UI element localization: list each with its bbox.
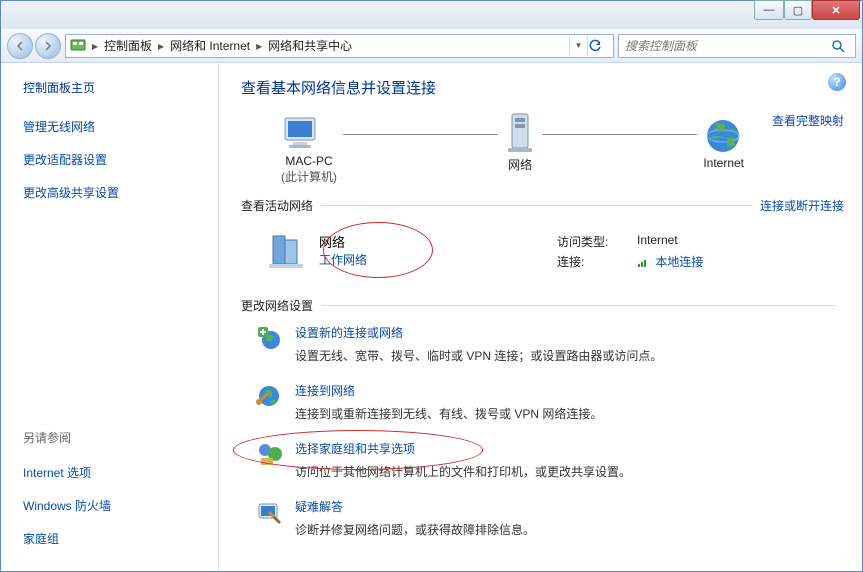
map-node-network: 网络 <box>504 112 536 187</box>
active-network-type-link[interactable]: 工作网络 <box>319 251 367 268</box>
connection-signal-icon <box>637 258 649 268</box>
arrow-left-icon <box>15 41 25 51</box>
map-connector <box>343 134 498 135</box>
map-network-label: 网络 <box>504 156 536 173</box>
network-map: MAC-PC (此计算机) 网络 <box>241 112 844 187</box>
setting-homegroup-desc: 访问位于其他网络计算机上的文件和打印机，或更改共享设置。 <box>295 463 631 480</box>
address-bar[interactable]: ▸ 控制面板 ▸ 网络和 Internet ▸ 网络和共享中心 ▾ <box>65 34 614 58</box>
breadcrumb-item-2[interactable]: 网络和共享中心 <box>264 37 356 54</box>
setting-homegroup-title[interactable]: 选择家庭组和共享选项 <box>295 440 631 457</box>
page-title: 查看基本网络信息并设置连接 <box>241 77 844 98</box>
titlebar: — ▢ ✕ <box>1 1 862 29</box>
change-section-label: 更改网络设置 <box>241 297 313 314</box>
maximize-button[interactable]: ▢ <box>784 0 812 20</box>
setting-new-connection: 设置新的连接或网络 设置无线、宽带、拨号、临时或 VPN 连接；或设置路由器或访… <box>255 324 844 364</box>
breadcrumb-sep: ▸ <box>254 39 264 53</box>
map-internet-label: Internet <box>703 156 744 170</box>
connection-link[interactable]: 本地连接 <box>655 255 703 269</box>
refresh-icon <box>588 39 602 53</box>
connection-label: 连接: <box>557 253 619 270</box>
see-also-title: 另请参阅 <box>23 429 210 446</box>
settings-list: 设置新的连接或网络 设置无线、宽带、拨号、临时或 VPN 连接；或设置路由器或访… <box>241 324 844 538</box>
map-node-internet: Internet <box>703 116 744 184</box>
map-node-pc: MAC-PC (此计算机) <box>281 114 337 185</box>
arrow-right-icon <box>43 41 53 51</box>
navbar: ▸ 控制面板 ▸ 网络和 Internet ▸ 网络和共享中心 ▾ <box>1 29 862 63</box>
search-box[interactable] <box>618 34 856 58</box>
sidebar-link-advanced-sharing[interactable]: 更改高级共享设置 <box>23 184 210 201</box>
setting-connect-network-desc: 连接到或重新连接到无线、有线、拨号或 VPN 网络连接。 <box>295 405 602 422</box>
setting-troubleshoot: 疑难解答 诊断并修复网络问题，或获得故障排除信息。 <box>255 498 844 538</box>
active-networks-header: 查看活动网络 连接或断开连接 <box>241 197 844 214</box>
setting-homegroup-sharing: 选择家庭组和共享选项 访问位于其他网络计算机上的文件和打印机，或更改共享设置。 <box>255 440 844 480</box>
back-button[interactable] <box>7 33 33 59</box>
network-icon <box>267 230 307 270</box>
sidebar-link-adapter[interactable]: 更改适配器设置 <box>23 151 210 168</box>
control-panel-icon <box>70 38 86 54</box>
search-icon[interactable] <box>831 39 855 53</box>
see-also-firewall[interactable]: Windows 防火墙 <box>23 497 210 514</box>
view-full-map-link[interactable]: 查看完整映射 <box>754 112 844 129</box>
change-settings-header: 更改网络设置 <box>241 297 844 314</box>
nav-arrows <box>7 33 61 59</box>
close-button[interactable]: ✕ <box>812 0 860 20</box>
setting-connect-network: 连接到网络 连接到或重新连接到无线、有线、拨号或 VPN 网络连接。 <box>255 382 844 422</box>
access-type-label: 访问类型: <box>557 233 619 250</box>
connect-network-icon <box>255 382 283 410</box>
active-network-block: 网络 工作网络 访问类型: Internet 连接: <box>241 220 844 279</box>
body: 控制面板主页 管理无线网络 更改适配器设置 更改高级共享设置 另请参阅 Inte… <box>1 63 862 571</box>
troubleshoot-icon <box>255 498 283 526</box>
search-input[interactable] <box>619 39 831 53</box>
setting-connect-network-title[interactable]: 连接到网络 <box>295 382 602 399</box>
window-frame: — ▢ ✕ ▸ 控制面板 ▸ 网络和 Internet ▸ 网络和共享中心 ▾ <box>0 0 863 572</box>
network-device-icon <box>504 112 536 156</box>
setting-troubleshoot-desc: 诊断并修复网络问题，或获得故障排除信息。 <box>295 521 535 538</box>
sidebar: 控制面板主页 管理无线网络 更改适配器设置 更改高级共享设置 另请参阅 Inte… <box>1 63 219 571</box>
active-network-details: 访问类型: Internet 连接: 本地连接 <box>557 230 844 273</box>
setting-new-connection-desc: 设置无线、宽带、拨号、临时或 VPN 连接；或设置路由器或访问点。 <box>295 347 662 364</box>
active-section-label: 查看活动网络 <box>241 197 313 214</box>
map-pc-sub: (此计算机) <box>281 168 337 185</box>
minimize-button[interactable]: — <box>754 0 784 20</box>
forward-button[interactable] <box>35 33 61 59</box>
map-connector <box>542 134 697 135</box>
globe-icon <box>703 116 743 156</box>
content-pane: ? 查看基本网络信息并设置连接 MAC-PC (此计算机) <box>219 63 862 571</box>
see-also-internet-options[interactable]: Internet 选项 <box>23 464 210 481</box>
see-also-homegroup[interactable]: 家庭组 <box>23 530 210 547</box>
active-network-name: 网络 <box>319 232 367 251</box>
refresh-button[interactable] <box>587 36 609 56</box>
access-type-value: Internet <box>637 233 678 250</box>
breadcrumb-item-0[interactable]: 控制面板 <box>100 37 156 54</box>
computer-icon <box>281 114 325 154</box>
breadcrumb-sep: ▸ <box>156 39 166 53</box>
address-dropdown[interactable]: ▾ <box>569 36 587 55</box>
sidebar-link-wireless[interactable]: 管理无线网络 <box>23 118 210 135</box>
help-icon[interactable]: ? <box>828 73 846 91</box>
breadcrumb-sep: ▸ <box>90 39 100 53</box>
map-pc-name: MAC-PC <box>281 154 337 168</box>
window-buttons: — ▢ ✕ <box>754 0 860 20</box>
new-connection-icon <box>255 324 283 352</box>
setting-troubleshoot-title[interactable]: 疑难解答 <box>295 498 535 515</box>
homegroup-icon <box>255 440 283 468</box>
breadcrumb-item-1[interactable]: 网络和 Internet <box>166 37 254 54</box>
connect-disconnect-link[interactable]: 连接或断开连接 <box>760 197 844 214</box>
setting-new-connection-title[interactable]: 设置新的连接或网络 <box>295 324 662 341</box>
sidebar-home-link[interactable]: 控制面板主页 <box>23 79 210 96</box>
